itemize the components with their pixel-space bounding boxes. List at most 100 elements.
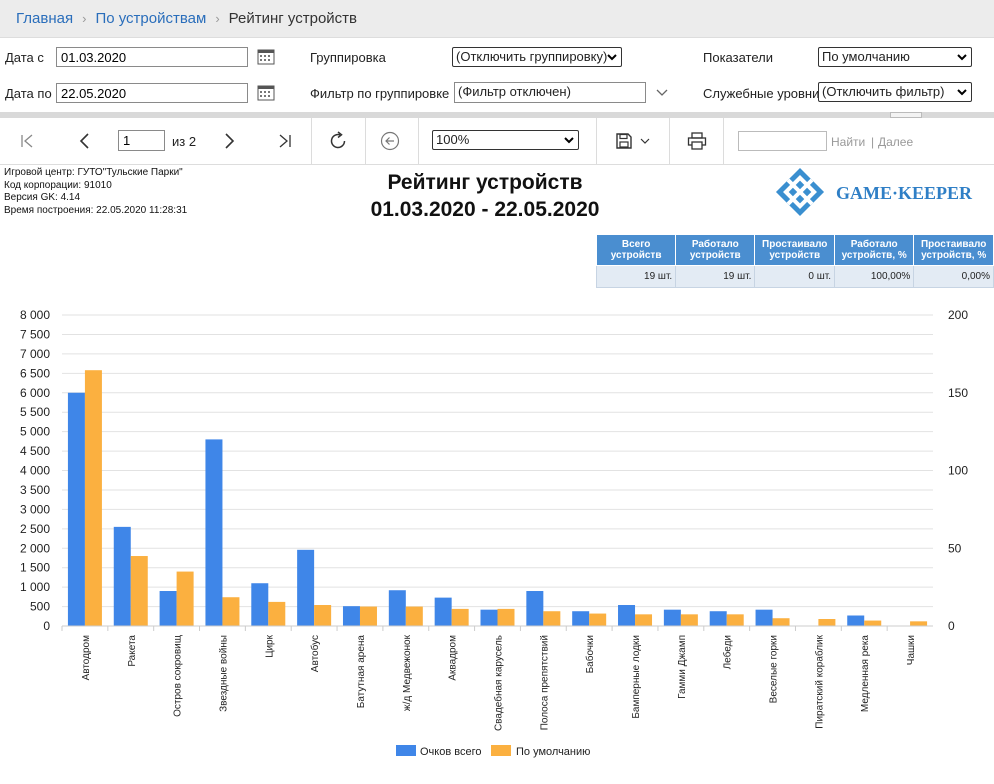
- legend-swatch-default: [491, 745, 511, 756]
- meta-line: Игровой центр: ГУТО"Тульские Парки": [4, 167, 183, 178]
- bar-default: [222, 597, 240, 626]
- service-levels-select[interactable]: (Отключить фильтр): [818, 82, 972, 102]
- find-next-button[interactable]: Далее: [878, 135, 913, 149]
- bar-total-points: [342, 606, 360, 626]
- zoom-select[interactable]: 100%: [432, 130, 579, 150]
- indicators-label: Показатели: [703, 50, 773, 65]
- filter-panel: Дата с Дата по Группировка (Отключить гр…: [0, 38, 994, 116]
- y-tick-label-left: 3 500: [20, 483, 50, 497]
- refresh-icon: [330, 131, 346, 149]
- service-levels-label: Служебные уровни: [703, 86, 820, 101]
- zoom-select-value: 100%: [436, 132, 470, 147]
- indicators-select-value: По умолчанию: [822, 49, 910, 64]
- report-title: Рейтинг устройств 01.03.2020 - 22.05.202…: [330, 169, 640, 223]
- bar-default: [359, 606, 377, 626]
- chevron-down-icon: [607, 54, 617, 61]
- y-tick-label-left: 3 000: [20, 502, 50, 516]
- bar-total-points: [618, 605, 636, 626]
- legend-label-default: По умолчанию: [516, 746, 590, 758]
- stats-header: Всего устройств: [595, 234, 677, 266]
- x-tick-label: Бабочки: [584, 635, 596, 673]
- save-button[interactable]: [608, 118, 658, 164]
- y-tick-label-left: 2 000: [20, 541, 50, 555]
- bar-total-points: [113, 526, 131, 626]
- chevron-right-icon: ›: [82, 11, 87, 26]
- calendar-icon[interactable]: [257, 48, 275, 65]
- y-tick-label-left: 4 000: [20, 464, 50, 478]
- printer-icon: [687, 132, 707, 150]
- toolbar-divider: [669, 118, 670, 164]
- x-tick-label: Бамперные лодки: [631, 635, 642, 719]
- back-button[interactable]: [374, 118, 406, 164]
- y-tick-label-left: 0: [43, 619, 50, 633]
- print-button[interactable]: [682, 118, 712, 164]
- x-tick-label: Лебеди: [722, 635, 734, 669]
- chevron-down-icon: [957, 54, 967, 61]
- report-title-dates: 01.03.2020 - 22.05.2020: [370, 198, 600, 221]
- y-tick-label-left: 6 500: [20, 366, 50, 380]
- last-page-button[interactable]: [270, 118, 300, 164]
- y-tick-label-left: 1 000: [20, 580, 50, 594]
- x-tick-label: Веселые горки: [769, 635, 780, 703]
- y-tick-label-left: 8 000: [20, 308, 50, 322]
- date-to-label: Дата по: [5, 86, 52, 101]
- stats-header: Работало устройств: [675, 234, 756, 266]
- y-tick-label-left: 4 500: [20, 444, 50, 458]
- bar-total-points: [205, 439, 223, 626]
- x-tick-label: ж/д Медвежонок: [402, 634, 413, 711]
- x-tick-label: Чашки: [906, 635, 917, 665]
- find-input[interactable]: [738, 131, 827, 151]
- x-tick-label: Аквадром: [448, 635, 459, 681]
- back-arrow-icon: [380, 131, 400, 151]
- date-from-input[interactable]: [56, 47, 248, 67]
- calendar-icon[interactable]: [257, 84, 275, 101]
- x-tick-label: Полоса препятствий: [539, 635, 550, 730]
- y-tick-label-left: 7 500: [20, 327, 50, 341]
- next-page-button[interactable]: [214, 118, 244, 164]
- group-filter-field[interactable]: (Фильтр отключен): [454, 82, 646, 103]
- bar-total-points: [297, 549, 315, 626]
- bar-total-points: [434, 597, 452, 626]
- grouping-select[interactable]: (Отключить группировку): [452, 47, 622, 67]
- refresh-button[interactable]: [322, 118, 354, 164]
- y-tick-label-left: 5 000: [20, 425, 50, 439]
- indicators-select[interactable]: По умолчанию: [818, 47, 972, 67]
- report-meta: Игровой центр: ГУТО"Тульские Парки" Код …: [4, 167, 187, 217]
- report-toolbar: из 2 100% Найти | Далее: [0, 118, 994, 165]
- chevron-right-icon: ›: [215, 11, 220, 26]
- find-button[interactable]: Найти: [831, 135, 865, 149]
- y-tick-label-right: 150: [948, 386, 968, 400]
- bar-default: [268, 601, 286, 626]
- stats-cell: 100,00%: [834, 265, 915, 288]
- first-page-button[interactable]: [12, 118, 42, 164]
- y-tick-label-left: 500: [30, 600, 50, 614]
- x-tick-label: Ракета: [127, 635, 138, 667]
- chevron-down-icon: [564, 137, 574, 144]
- chevron-down-icon[interactable]: [655, 88, 669, 98]
- meta-line: Код корпорации: 91010: [4, 179, 112, 191]
- bar-default: [84, 370, 102, 626]
- toolbar-divider: [596, 118, 597, 164]
- chevron-down-icon: [957, 89, 967, 96]
- date-to-input[interactable]: [56, 83, 248, 103]
- stats-cell: 0,00%: [913, 265, 994, 288]
- toolbar-divider: [723, 118, 724, 164]
- bar-total-points: [847, 615, 865, 626]
- toolbar-divider: [311, 118, 312, 164]
- service-levels-select-value: (Отключить фильтр): [822, 84, 945, 99]
- bar-total-points: [709, 611, 727, 626]
- date-from-label: Дата с: [5, 50, 44, 65]
- x-tick-label: Звездные войны: [218, 635, 229, 712]
- bar-default: [635, 614, 653, 626]
- bar-default: [176, 571, 194, 626]
- report-area: Игровой центр: ГУТО"Тульские Парки" Код …: [0, 164, 994, 784]
- breadcrumb-devices-link[interactable]: По устройствам: [95, 10, 206, 27]
- bar-default: [726, 614, 744, 626]
- legend-label-total-points: Очков всего: [420, 746, 481, 758]
- breadcrumb-home-link[interactable]: Главная: [16, 10, 73, 27]
- stats-cell: 19 шт.: [595, 265, 677, 288]
- last-page-icon: [279, 134, 291, 148]
- bar-default: [543, 611, 561, 626]
- prev-page-button[interactable]: [70, 118, 100, 164]
- page-number-input[interactable]: [118, 130, 165, 151]
